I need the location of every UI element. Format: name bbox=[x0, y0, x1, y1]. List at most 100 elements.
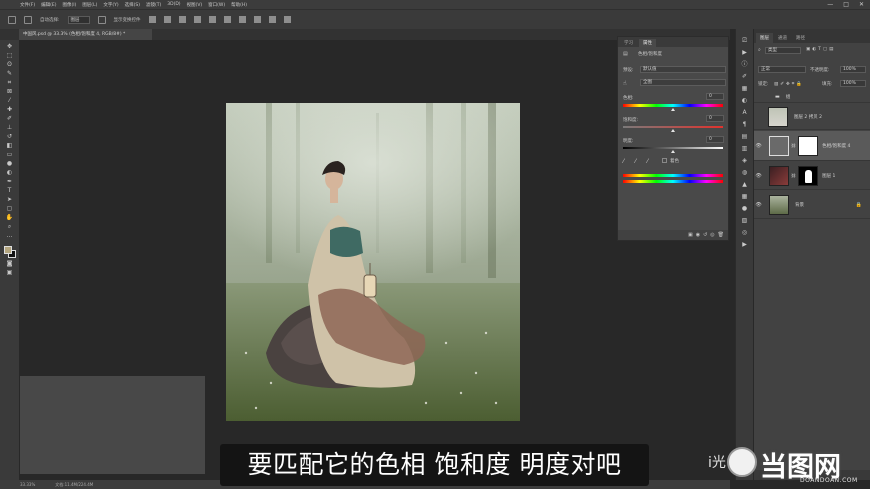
eraser-tool-icon[interactable]: ◧ bbox=[5, 143, 14, 149]
show-transform-checkbox[interactable] bbox=[97, 15, 106, 24]
blur-tool-icon[interactable]: ● bbox=[5, 161, 14, 167]
tab-layers[interactable]: 图层 bbox=[756, 33, 773, 43]
lightness-slider-track[interactable] bbox=[623, 147, 723, 149]
preset-dropdown[interactable]: 默认值 bbox=[640, 66, 726, 73]
layers-icon[interactable]: ◈ bbox=[742, 157, 747, 164]
eyedropper-minus-icon[interactable]: ⁄ bbox=[647, 158, 648, 165]
menu-file[interactable]: 文件(F) bbox=[20, 2, 35, 8]
layer-group-row[interactable]: ▬ 组 bbox=[754, 92, 870, 103]
auto-select-dropdown[interactable]: 图层 bbox=[67, 15, 90, 24]
move-tool-icon[interactable]: ✥ bbox=[5, 44, 14, 50]
hue-slider-track[interactable] bbox=[623, 104, 723, 107]
healing-tool-icon[interactable]: ✚ bbox=[5, 107, 14, 113]
eyedropper-plus-icon[interactable]: ⁄ bbox=[635, 158, 636, 165]
history-brush-icon[interactable]: ↺ bbox=[5, 134, 14, 140]
lightness-slider-thumb[interactable] bbox=[671, 150, 675, 153]
menu-edit[interactable]: 编辑(E) bbox=[41, 2, 56, 8]
menu-window[interactable]: 窗口(W) bbox=[208, 2, 225, 8]
path-select-tool-icon[interactable]: ➤ bbox=[5, 197, 14, 203]
maximize-button[interactable]: □ bbox=[843, 1, 849, 8]
layer-mask-thumbnail[interactable] bbox=[798, 165, 819, 186]
align-top-icon[interactable] bbox=[193, 16, 201, 23]
screen-mode-icon[interactable]: ▣ bbox=[5, 270, 14, 276]
reset-icon[interactable]: ↺ bbox=[703, 232, 707, 238]
shape-tool-icon[interactable]: ▢ bbox=[5, 206, 14, 212]
tab-channels[interactable]: 通道 bbox=[774, 33, 791, 43]
target-adjust-icon[interactable]: ☝ bbox=[623, 80, 627, 87]
libraries-icon[interactable]: ▥ bbox=[742, 145, 748, 152]
menu-image[interactable]: 图像(I) bbox=[62, 2, 76, 8]
filter-icons[interactable]: ▣◐T▢▤ bbox=[806, 47, 835, 52]
paths-icon[interactable]: ▲ bbox=[742, 181, 747, 188]
menu-3d[interactable]: 3D(D) bbox=[167, 2, 180, 7]
tab-learn[interactable]: 学习 bbox=[620, 39, 637, 47]
view-previous-icon[interactable]: ◉ bbox=[696, 232, 700, 238]
menu-select[interactable]: 选择(S) bbox=[125, 2, 140, 8]
3d-pan-icon[interactable] bbox=[283, 16, 291, 23]
opacity-input[interactable]: 100% bbox=[840, 66, 866, 73]
crop-tool-icon[interactable]: ⌗ bbox=[5, 80, 14, 86]
channel-dropdown[interactable]: 全图 bbox=[640, 79, 726, 86]
channels-icon[interactable]: ◍ bbox=[742, 169, 747, 176]
dodge-tool-icon[interactable]: ◐ bbox=[5, 170, 14, 176]
eyedropper-tool-icon[interactable]: ⁄ bbox=[5, 98, 14, 104]
menu-help[interactable]: 帮助(H) bbox=[231, 2, 247, 8]
blend-mode-dropdown[interactable]: 正常 bbox=[758, 66, 806, 73]
stamp-tool-icon[interactable]: ⊥ bbox=[5, 125, 14, 131]
auto-select-checkbox[interactable] bbox=[24, 15, 32, 24]
eyedropper-icon[interactable]: ⁄ bbox=[623, 158, 624, 165]
hue-input[interactable]: 0 bbox=[706, 93, 724, 100]
visibility-eye-icon[interactable]: 👁 bbox=[754, 202, 763, 208]
pen-tool-icon[interactable]: ✒ bbox=[5, 179, 14, 185]
distribute-icon[interactable] bbox=[238, 16, 246, 23]
align-right-icon[interactable] bbox=[178, 16, 186, 23]
timeline-icon[interactable]: ▶ bbox=[742, 241, 747, 248]
zoom-tool-icon[interactable]: ⌕ bbox=[5, 224, 14, 230]
delete-icon[interactable]: 🗑 bbox=[718, 232, 724, 238]
properties-icon[interactable]: ▤ bbox=[742, 133, 748, 140]
history-icon[interactable]: ⎚ bbox=[742, 37, 747, 44]
frame-tool-icon[interactable]: ⊠ bbox=[5, 89, 14, 95]
color-icon[interactable]: ● bbox=[742, 205, 747, 212]
align-center-icon[interactable] bbox=[163, 16, 171, 23]
foreground-color-swatch[interactable] bbox=[3, 246, 12, 254]
gradient-tool-icon[interactable]: ▭ bbox=[5, 152, 14, 158]
layer-mask-thumbnail[interactable] bbox=[798, 135, 819, 156]
colorize-checkbox[interactable] bbox=[662, 158, 667, 163]
clip-to-layer-icon[interactable]: ▣ bbox=[688, 232, 693, 238]
zoom-level[interactable]: 33.33% bbox=[20, 482, 35, 487]
quick-select-tool-icon[interactable]: ✎ bbox=[5, 71, 14, 77]
brush-tool-icon[interactable]: ✐ bbox=[5, 116, 14, 122]
layer-row[interactable]: 👁 ⛓ 图层 1 bbox=[754, 162, 870, 190]
canvas-image[interactable] bbox=[226, 103, 520, 421]
document-tab[interactable]: 中国风.psd @ 33.3% (色相/饱和度 4, RGB/8#) * bbox=[19, 29, 152, 40]
saturation-input[interactable]: 0 bbox=[706, 115, 724, 122]
menu-layer[interactable]: 图层(L) bbox=[82, 2, 97, 8]
visibility-eye-icon[interactable]: 👁 bbox=[754, 173, 763, 179]
fill-input[interactable]: 100% bbox=[840, 80, 866, 87]
more-tools-icon[interactable]: … bbox=[5, 233, 14, 239]
navigator-icon[interactable]: ▦ bbox=[742, 193, 748, 200]
marquee-tool-icon[interactable]: ⬚ bbox=[5, 53, 14, 59]
layer-filter-dropdown[interactable]: 类型 bbox=[765, 47, 801, 54]
align-bottom-icon[interactable] bbox=[223, 16, 231, 23]
visibility-eye-icon[interactable]: 👁 bbox=[754, 143, 763, 149]
layer-row-selected[interactable]: 👁 ⛓ 色相/饱和度 4 bbox=[754, 131, 870, 161]
minimize-button[interactable]: — bbox=[827, 1, 833, 8]
close-button[interactable]: ✕ bbox=[859, 1, 864, 8]
align-middle-icon[interactable] bbox=[208, 16, 216, 23]
lock-icons[interactable]: ▧✐✥⌗🔒 bbox=[774, 81, 804, 87]
move-tool-icon[interactable] bbox=[8, 15, 16, 24]
align-left-icon[interactable] bbox=[148, 16, 156, 23]
lasso-tool-icon[interactable]: ʘ bbox=[5, 62, 14, 68]
filter-search-icon[interactable]: ⌕ bbox=[758, 47, 761, 53]
color-swatches[interactable] bbox=[3, 246, 16, 258]
saturation-slider-thumb[interactable] bbox=[671, 129, 675, 132]
3d-mode-icon[interactable] bbox=[253, 16, 261, 23]
quick-mask-icon[interactable]: ◙ bbox=[5, 261, 14, 267]
3d-rotate-icon[interactable] bbox=[268, 16, 276, 23]
layer-name[interactable]: 图层 1 bbox=[822, 173, 835, 179]
paragraph-icon[interactable]: ¶ bbox=[743, 121, 747, 128]
layer-name[interactable]: 背景 bbox=[795, 202, 804, 208]
styles-icon[interactable]: ◎ bbox=[742, 229, 747, 236]
